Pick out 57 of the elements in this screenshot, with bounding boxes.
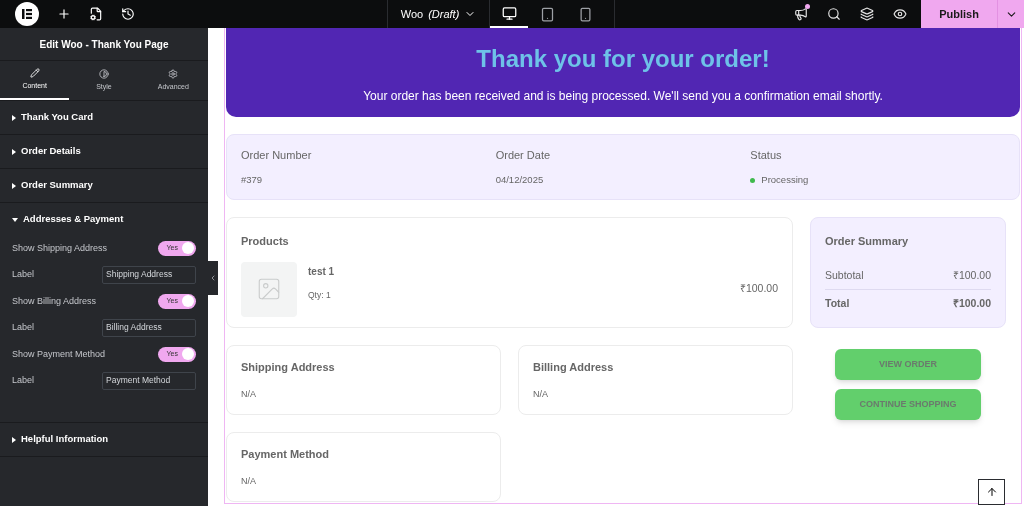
section-header[interactable]: Order Details [0, 135, 208, 168]
control-label: Show Payment Method [12, 347, 106, 361]
document-title[interactable]: Woo [400, 5, 424, 23]
scroll-top-button[interactable] [978, 479, 1005, 505]
control-label: Show Shipping Address [12, 241, 108, 255]
settings-icon [168, 68, 179, 79]
preview-icon[interactable] [893, 7, 907, 21]
info-value: 04/12/2025 [495, 173, 544, 188]
section-header[interactable]: Order Summary [0, 169, 208, 202]
control-label: Show Billing Address [12, 294, 97, 308]
summary-label: Subtotal [825, 267, 864, 283]
products-title: Products [241, 234, 290, 249]
arrow-up-icon [985, 486, 998, 498]
info-label: Order Number [241, 147, 313, 163]
summary-title: Order Summary [825, 234, 910, 249]
tablet-icon [539, 6, 555, 22]
page-settings-icon[interactable] [89, 7, 103, 21]
control-label: Label [12, 321, 35, 334]
section-header[interactable]: Helpful Information [0, 423, 208, 456]
section-header[interactable]: Addresses & Payment [0, 203, 208, 236]
info-label: Status [750, 147, 783, 163]
document-status: (Draft) [428, 6, 460, 22]
monitor-icon [501, 5, 517, 21]
address-title: Billing Address [533, 360, 615, 375]
summary-label: Total [825, 296, 850, 312]
info-value: #379 [241, 173, 263, 188]
thank-you-heading: Thank you for your order! [476, 43, 770, 74]
logo-icon[interactable] [15, 2, 39, 26]
layers-icon[interactable] [860, 7, 874, 21]
history-icon[interactable] [121, 7, 135, 21]
address-value: N/A [533, 387, 549, 401]
text-field[interactable]: Payment Method [102, 371, 196, 390]
control-label: Label [12, 374, 35, 387]
product-quantity: Qty: 1 [308, 288, 332, 302]
product-name: test 1 [308, 264, 336, 279]
summary-value: ₹100.00 [952, 296, 991, 312]
info-label: Order Date [495, 147, 552, 163]
product-price: ₹100.00 [739, 281, 778, 297]
add-icon[interactable] [57, 7, 71, 21]
address-value: N/A [241, 387, 257, 401]
confirmation-message: Your order has been received and is being processed. We'll send you a confirmation email shortly. [363, 87, 883, 105]
contrast-icon [99, 68, 109, 79]
info-value: Processing [761, 173, 809, 188]
text-field[interactable]: Billing Address [102, 318, 196, 337]
address-value: N/A [241, 474, 257, 488]
phone-icon [577, 6, 593, 22]
megaphone-icon[interactable] [794, 7, 808, 21]
text-field[interactable]: Shipping Address [102, 265, 196, 284]
control-label: Label [12, 268, 35, 281]
address-title: Payment Method [241, 447, 330, 462]
chevron-left-icon [209, 274, 217, 282]
address-title: Shipping Address [241, 360, 336, 375]
pencil-icon [29, 67, 40, 78]
summary-value: ₹100.00 [952, 267, 991, 283]
search-icon[interactable] [827, 7, 841, 21]
section-header[interactable]: Thank You Card [0, 101, 208, 134]
image-placeholder-icon [256, 276, 282, 302]
